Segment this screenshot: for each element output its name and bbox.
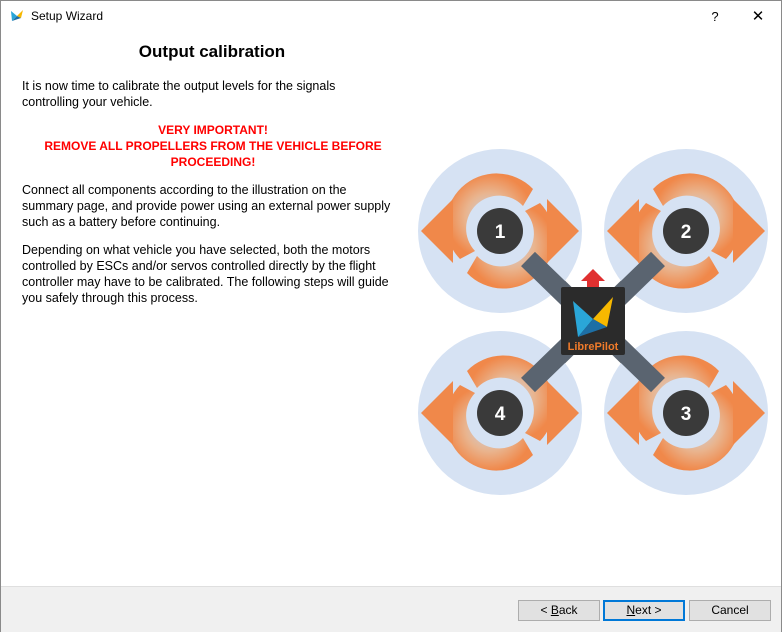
back-button-mnemonic: B: [550, 603, 559, 617]
back-button-label: ack: [558, 603, 578, 617]
connect-text: Connect all components according to the …: [22, 183, 391, 229]
motor-1-label: 1: [495, 222, 506, 243]
motor-4-label: 4: [495, 404, 506, 425]
help-button[interactable]: ?: [695, 1, 735, 32]
warning-body: REMOVE ALL PROPELLERS FROM THE VEHICLE B…: [44, 139, 382, 169]
librepilot-logo-text: LibrePilot: [568, 341, 619, 353]
motor-3-label: 3: [681, 404, 692, 425]
motor-1: 1: [477, 208, 523, 254]
warning-heading: VERY IMPORTANT!: [158, 123, 268, 137]
window-title: Setup Wizard: [31, 9, 104, 23]
calibration-info-text: Depending on what vehicle you have selec…: [22, 243, 389, 305]
flight-controller-board: LibrePilot: [561, 287, 625, 355]
title-bar: Setup Wizard ? ✕: [1, 1, 781, 32]
back-button[interactable]: < Back: [518, 600, 600, 621]
next-button-mnemonic: N: [626, 603, 636, 617]
warning-text: VERY IMPORTANT! REMOVE ALL PROPELLERS FR…: [22, 122, 404, 170]
back-button-prefix: <: [540, 603, 551, 617]
motor-2-label: 2: [681, 222, 692, 243]
motor-3: 3: [663, 390, 709, 436]
next-button[interactable]: Next >: [603, 600, 685, 621]
quadcopter-illustration: LibrePilot 1 2 3 4: [418, 149, 768, 495]
motor-4: 4: [477, 390, 523, 436]
page-title: Output calibration: [138, 42, 286, 61]
intro-text: It is now time to calibrate the output l…: [22, 79, 336, 109]
button-bar: < Back Next > Cancel: [1, 586, 781, 632]
next-button-label: ext >: [635, 603, 662, 617]
setup-wizard-window: Setup Wizard ? ✕ Output calibration It i…: [0, 0, 782, 632]
cancel-button[interactable]: Cancel: [689, 600, 771, 621]
motor-2: 2: [663, 208, 709, 254]
librepilot-app-icon: [9, 8, 25, 24]
close-button[interactable]: ✕: [735, 1, 781, 32]
